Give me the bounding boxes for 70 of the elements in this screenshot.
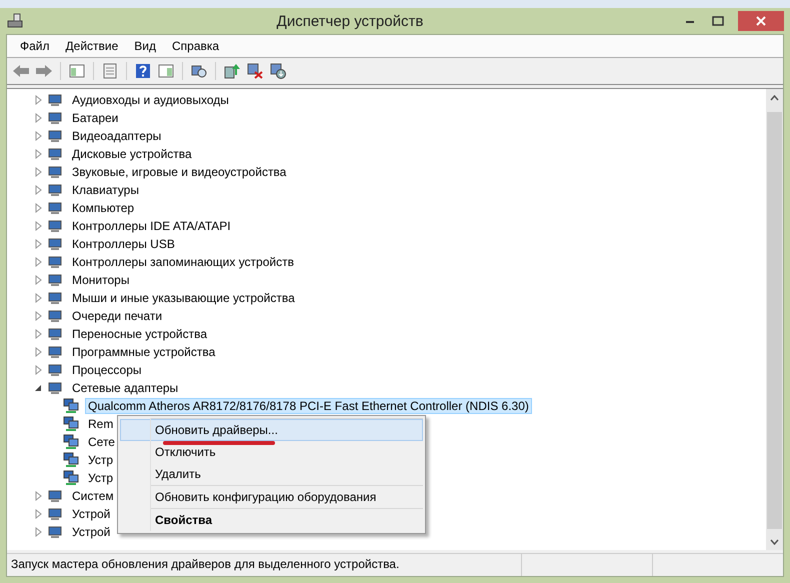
context-menu-item[interactable]: Отключить: [120, 441, 423, 463]
tree-item[interactable]: Мыши и иные указывающие устройства: [69, 290, 298, 306]
menu-item[interactable]: Файл: [13, 37, 57, 55]
device-icon: [47, 164, 63, 180]
tree-item[interactable]: Видеоадаптеры: [69, 128, 164, 144]
network-adapter-icon: [63, 452, 79, 468]
maximize-icon: [712, 16, 724, 26]
tree-item[interactable]: Rem: [85, 416, 116, 432]
tree-item[interactable]: Очереди печати: [69, 308, 166, 324]
device-icon: [47, 182, 63, 198]
context-menu-item[interactable]: Обновить драйверы...: [120, 419, 423, 441]
tree-item[interactable]: Сетевые адаптеры: [69, 380, 182, 396]
device-icon: [47, 506, 63, 522]
tree-item[interactable]: Устр: [85, 452, 116, 468]
device-icon: [47, 146, 63, 162]
tree-item[interactable]: Батареи: [69, 110, 122, 126]
uninstall-icon[interactable]: [268, 61, 288, 81]
device-icon: [47, 326, 63, 342]
menu-item[interactable]: Действие: [58, 37, 126, 55]
device-icon: [47, 92, 63, 108]
tree-item[interactable]: Аудиовходы и аудиовыходы: [69, 92, 232, 108]
close-icon: [756, 16, 766, 26]
device-icon: [47, 344, 63, 360]
device-icon: [47, 524, 63, 540]
network-adapter-icon: [63, 398, 79, 414]
tree-item[interactable]: Процессоры: [69, 362, 144, 378]
device-icon: [47, 272, 63, 288]
status-text: Запуск мастера обновления драйверов для выделенного устройства.: [10, 556, 400, 573]
tree-item[interactable]: Контроллеры IDE ATA/ATAPI: [69, 218, 234, 234]
disable-device-icon[interactable]: [245, 61, 265, 81]
network-adapter-icon: [63, 470, 79, 486]
device-icon: [47, 236, 63, 252]
app-icon: [6, 13, 24, 29]
device-icon: [47, 218, 63, 234]
tree-item[interactable]: Контроллеры USB: [69, 236, 178, 252]
tree-item[interactable]: Сете: [85, 434, 118, 450]
tree-item[interactable]: Устр: [85, 470, 116, 486]
tree-item[interactable]: Компьютер: [69, 200, 138, 216]
device-icon: [47, 488, 63, 504]
tree-item[interactable]: Мониторы: [69, 272, 132, 288]
scrollbar-thumb[interactable]: [767, 112, 782, 529]
tree-item[interactable]: Звуковые, игровые и видеоустройства: [69, 164, 290, 180]
network-adapter-icon: [63, 434, 79, 450]
menu-item[interactable]: Вид: [127, 37, 163, 55]
tree-item[interactable]: Переносные устройства: [69, 326, 210, 342]
tree-item[interactable]: Qualcomm Atheros AR8172/8176/8178 PCI-E Fast Ethernet Controller (NDIS 6.30): [85, 398, 532, 414]
context-menu-item[interactable]: Обновить конфигурацию оборудования: [120, 486, 423, 508]
device-icon: [47, 380, 63, 396]
expander-icon[interactable]: [33, 383, 43, 393]
device-icon: [47, 308, 63, 324]
device-icon: [47, 110, 63, 126]
menu-item[interactable]: Справка: [165, 37, 226, 55]
close-button[interactable]: [738, 11, 784, 31]
device-icon: [47, 362, 63, 378]
context-menu-item[interactable]: Свойства: [120, 509, 423, 531]
tree-item[interactable]: Программные устройства: [69, 344, 218, 360]
device-icon: [47, 128, 63, 144]
context-menu-item[interactable]: Удалить: [120, 463, 423, 485]
tree-item[interactable]: Дисковые устройства: [69, 146, 195, 162]
tree-item[interactable]: Клавиатуры: [69, 182, 142, 198]
device-icon: [47, 200, 63, 216]
window-title: Диспетчер устройств: [276, 12, 424, 30]
tree-item[interactable]: Систем: [69, 488, 117, 504]
device-icon: [47, 290, 63, 306]
tree-item[interactable]: Контроллеры запоминающих устройств: [69, 254, 297, 270]
tree-item[interactable]: Устрой: [69, 524, 114, 540]
help-icon[interactable]: [133, 61, 153, 81]
tree-item[interactable]: Устрой: [69, 506, 114, 522]
network-adapter-icon: [63, 416, 79, 432]
device-icon: [47, 254, 63, 270]
